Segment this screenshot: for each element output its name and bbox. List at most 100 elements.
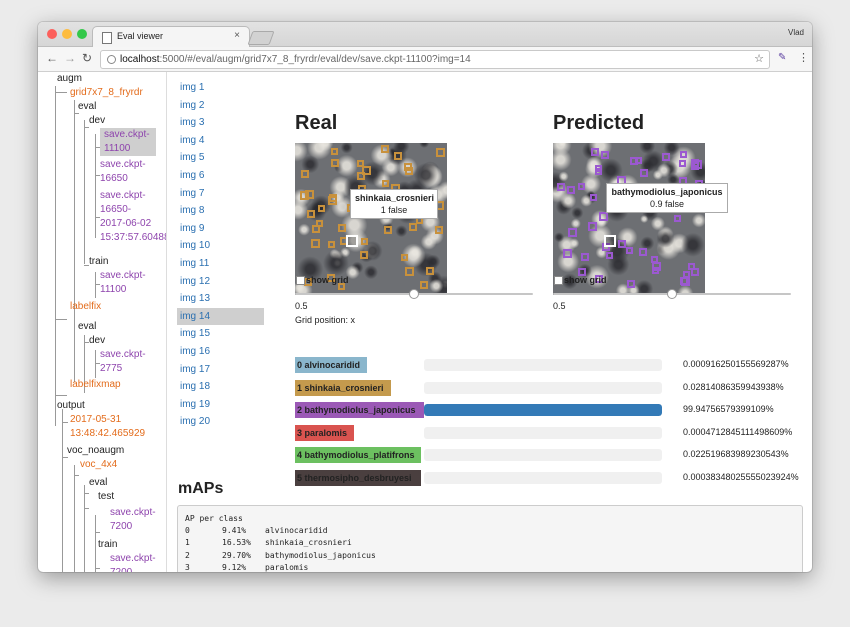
predicted-show-grid-checkbox[interactable]: [554, 276, 563, 285]
image-link[interactable]: img 17: [177, 361, 264, 378]
bounding-box[interactable]: [331, 159, 339, 167]
predicted-image[interactable]: [553, 143, 705, 295]
bounding-box[interactable]: [578, 183, 585, 190]
image-link[interactable]: img 11: [177, 255, 264, 272]
real-show-grid-checkbox[interactable]: [296, 276, 305, 285]
image-link[interactable]: img 19: [177, 396, 264, 413]
bounding-box[interactable]: [630, 157, 638, 165]
bounding-box[interactable]: [331, 148, 338, 155]
browser-tab[interactable]: Eval viewer ×: [92, 26, 250, 47]
bounding-box[interactable]: [651, 256, 658, 263]
real-slider-thumb[interactable]: [409, 289, 419, 299]
tree-node[interactable]: labelfixmap: [70, 378, 121, 392]
image-link[interactable]: img 9: [177, 220, 264, 237]
bounding-box[interactable]: [384, 226, 392, 234]
bounding-box[interactable]: [360, 251, 368, 259]
bounding-box[interactable]: [357, 172, 365, 180]
bounding-box[interactable]: [626, 247, 633, 254]
bounding-box[interactable]: [662, 153, 670, 161]
predicted-slider-thumb[interactable]: [667, 289, 677, 299]
bounding-box[interactable]: [405, 267, 414, 276]
address-bar[interactable]: localhost:5000/#/eval/augm/grid7x7_8_fry…: [100, 50, 770, 69]
tree-node[interactable]: 16650: [100, 172, 128, 186]
minimize-window-button[interactable]: [62, 29, 72, 39]
bounding-box[interactable]: [436, 148, 445, 157]
back-icon[interactable]: ←: [46, 51, 58, 65]
info-icon[interactable]: [107, 55, 116, 64]
bounding-box[interactable]: [405, 167, 413, 175]
bounding-box[interactable]: [680, 151, 687, 158]
bounding-box[interactable]: [627, 280, 635, 288]
tree-node[interactable]: 2017-05-31: [70, 413, 121, 427]
bounding-box[interactable]: [640, 169, 648, 177]
bounding-box[interactable]: [401, 254, 408, 261]
tree-node[interactable]: save.ckpt-: [100, 269, 146, 283]
image-link[interactable]: img 15: [177, 325, 264, 342]
real-image[interactable]: [295, 143, 447, 295]
forward-icon[interactable]: →: [64, 51, 76, 65]
tree-node[interactable]: voc_4x4: [80, 458, 117, 472]
tree-node[interactable]: 13:48:42.465929: [70, 427, 145, 441]
bounding-box[interactable]: [409, 223, 417, 231]
tree-node[interactable]: save.ckpt-: [110, 506, 156, 520]
close-window-button[interactable]: [47, 29, 57, 39]
image-link[interactable]: img 6: [177, 167, 264, 184]
bounding-box[interactable]: [361, 238, 368, 245]
tree-node[interactable]: 15:37:57.60488: [100, 231, 166, 245]
tree-node[interactable]: save.ckpt-: [100, 348, 146, 362]
tree-node[interactable]: 11100: [100, 142, 156, 156]
bounding-box[interactable]: [639, 248, 647, 256]
bounding-box[interactable]: [568, 228, 577, 237]
bounding-box[interactable]: [591, 148, 599, 156]
tree-node[interactable]: save.ckpt-: [100, 189, 146, 203]
bounding-box[interactable]: [691, 268, 699, 276]
bounding-box[interactable]: [563, 249, 572, 258]
maximize-window-button[interactable]: [77, 29, 87, 39]
bounding-box[interactable]: [318, 205, 325, 212]
image-link[interactable]: img 18: [177, 378, 264, 395]
extension-icon[interactable]: ✎: [778, 52, 786, 63]
bounding-box[interactable]: [435, 226, 443, 234]
image-link[interactable]: img 1: [177, 79, 264, 96]
bounding-box[interactable]: [590, 194, 597, 201]
image-link[interactable]: img 13: [177, 290, 264, 307]
bounding-box[interactable]: [601, 151, 609, 159]
bounding-box[interactable]: [301, 170, 309, 178]
image-link[interactable]: img 12: [177, 273, 264, 290]
bounding-box[interactable]: [311, 239, 320, 248]
tree-node[interactable]: labelfix: [70, 300, 101, 314]
url-text[interactable]: localhost:5000/#/eval/augm/grid7x7_8_fry…: [120, 54, 471, 65]
bounding-box[interactable]: [557, 183, 565, 191]
bounding-box[interactable]: [305, 190, 314, 199]
tree-node[interactable]: grid7x7_8_fryrdr: [70, 86, 143, 100]
tree-node[interactable]: save.ckpt-: [110, 552, 156, 566]
bounding-box[interactable]: [329, 194, 337, 202]
tree-node[interactable]: 7200: [110, 566, 132, 572]
bounding-box[interactable]: [679, 160, 686, 167]
bounding-box[interactable]: [618, 240, 626, 248]
tree-node[interactable]: save.ckpt-: [100, 128, 156, 142]
bounding-box[interactable]: [426, 267, 434, 275]
bounding-box[interactable]: [588, 222, 597, 231]
bounding-box[interactable]: [652, 267, 659, 274]
image-link[interactable]: img 4: [177, 132, 264, 149]
bookmark-star-icon[interactable]: ☆: [754, 52, 764, 65]
bounding-box[interactable]: [338, 224, 346, 232]
highlighted-box[interactable]: [604, 235, 616, 247]
new-tab-button[interactable]: [247, 31, 275, 45]
bounding-box[interactable]: [420, 281, 428, 289]
bounding-box[interactable]: [581, 253, 589, 261]
bounding-box[interactable]: [382, 180, 389, 187]
tree-node[interactable]: 16650-: [100, 203, 131, 217]
image-link[interactable]: img 14: [177, 307, 264, 325]
bounding-box[interactable]: [674, 215, 681, 222]
image-link[interactable]: img 5: [177, 149, 264, 166]
bounding-box[interactable]: [680, 277, 688, 285]
image-link[interactable]: img 16: [177, 343, 264, 360]
bounding-box[interactable]: [381, 145, 389, 153]
profile-name[interactable]: Vlad: [788, 28, 804, 37]
tree-node[interactable]: 7200: [110, 520, 132, 534]
bounding-box[interactable]: [328, 241, 335, 248]
image-link[interactable]: img 20: [177, 413, 264, 430]
bounding-box[interactable]: [606, 252, 613, 259]
